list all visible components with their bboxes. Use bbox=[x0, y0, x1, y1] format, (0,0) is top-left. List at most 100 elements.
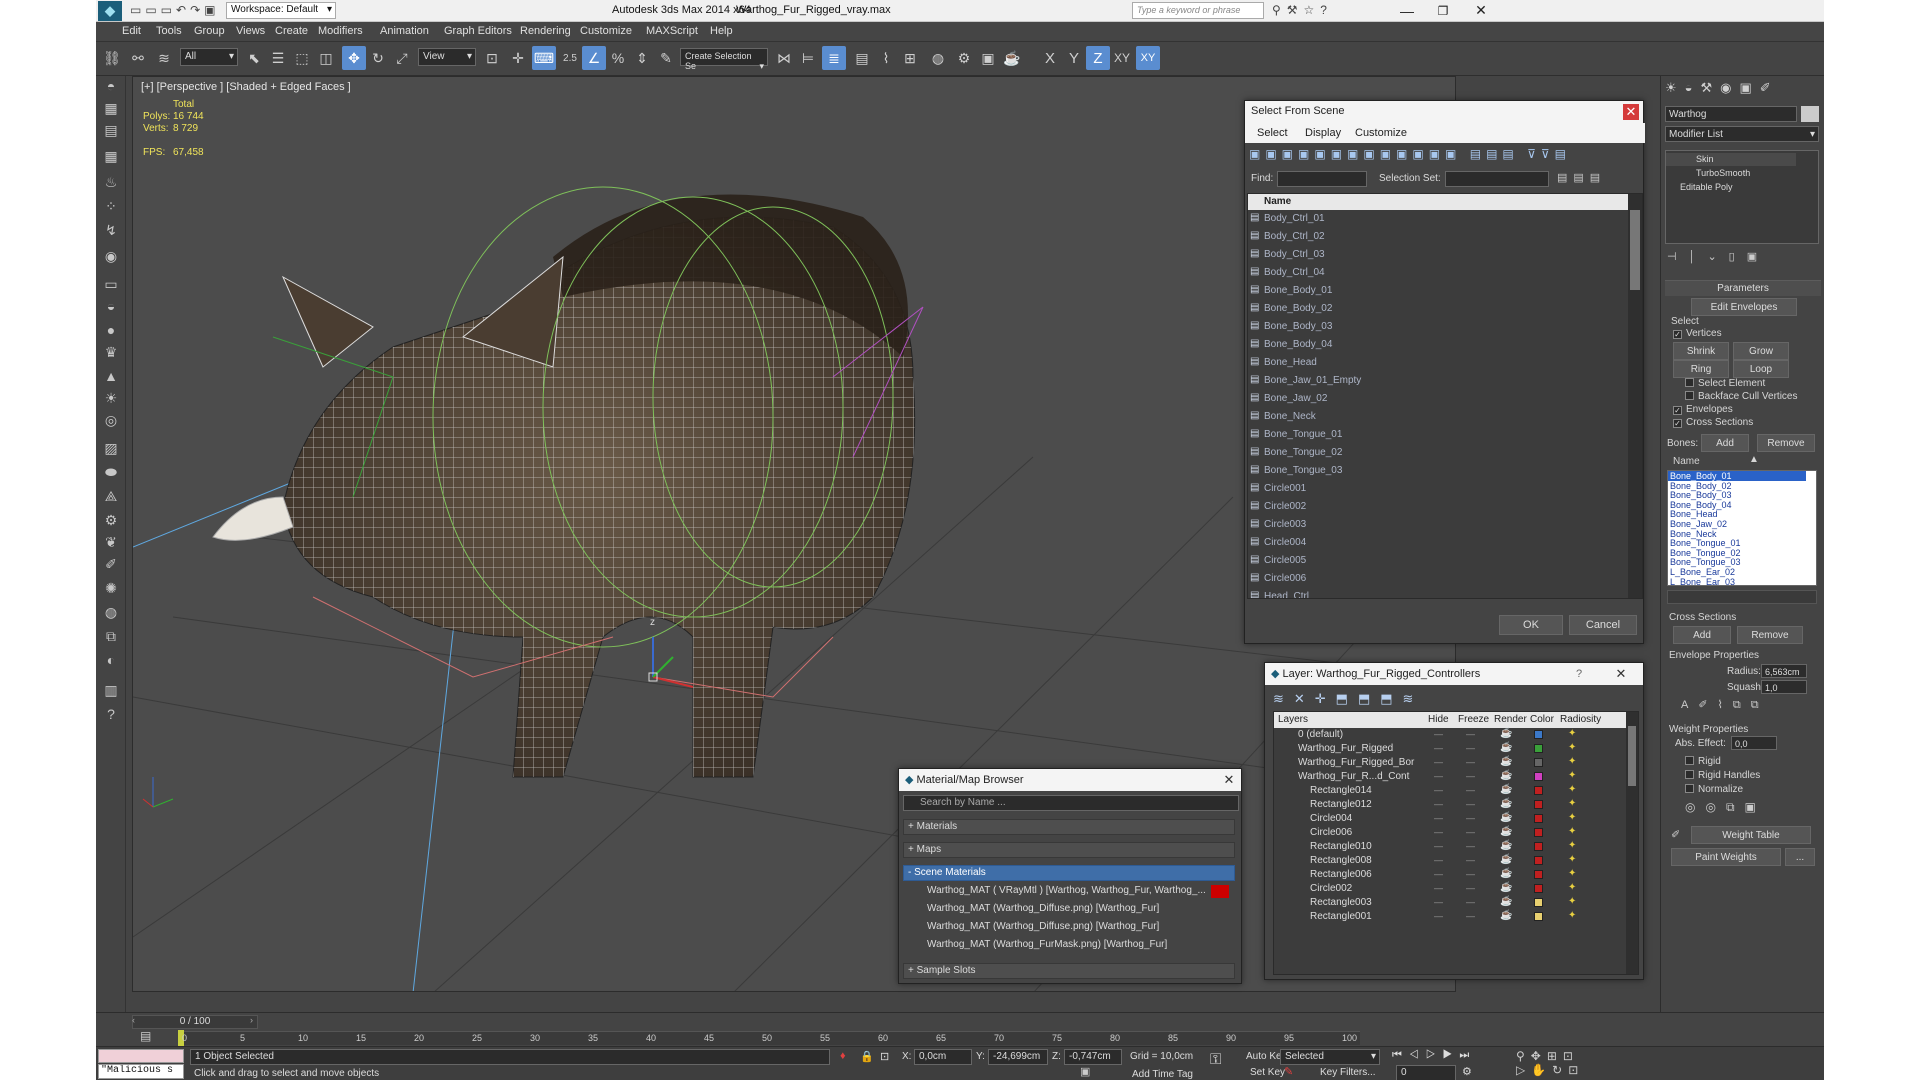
axis-xy-button[interactable]: XY bbox=[1110, 46, 1134, 70]
box-icon[interactable]: ▭ bbox=[101, 274, 121, 294]
bones-hscroll[interactable] bbox=[1667, 590, 1817, 604]
mirror-icon[interactable]: ⋈ bbox=[772, 46, 796, 70]
radiosity-toggle-icon[interactable]: ✦ bbox=[1568, 728, 1576, 739]
sfs-selection-set-dropdown[interactable] bbox=[1445, 171, 1549, 187]
rendered-frame-icon[interactable]: ▣ bbox=[976, 46, 1000, 70]
teapot-icon[interactable]: ◓ bbox=[101, 76, 121, 96]
paint-weights-button[interactable]: Paint Weights bbox=[1671, 848, 1781, 866]
freeze-toggle-icon[interactable]: — bbox=[1466, 799, 1475, 809]
ref-coord-dropdown[interactable]: View ▾ bbox=[418, 48, 476, 66]
scene-object-row[interactable]: ▤ Body_Ctrl_02 bbox=[1248, 228, 1628, 246]
scene-object-row[interactable]: ▤ Bone_Body_01 bbox=[1248, 282, 1628, 300]
brush-icon[interactable]: ✐ bbox=[101, 554, 121, 574]
radiosity-toggle-icon[interactable]: ✦ bbox=[1568, 770, 1576, 781]
mesh-icon[interactable]: ▨ bbox=[101, 438, 121, 458]
pyramid-icon[interactable]: ⟁ bbox=[101, 486, 121, 506]
hide-toggle-icon[interactable]: — bbox=[1434, 743, 1443, 753]
menu-views[interactable]: Views bbox=[236, 25, 265, 37]
sfs-menu-select[interactable]: Select bbox=[1257, 127, 1288, 139]
current-frame-field[interactable]: 0 bbox=[1396, 1065, 1456, 1080]
percent-snap-icon[interactable]: % bbox=[606, 46, 630, 70]
layer-color-swatch[interactable] bbox=[1534, 870, 1543, 879]
cross-sections-checkbox[interactable]: ✓ Cross Sections bbox=[1673, 417, 1753, 428]
grow-button[interactable]: Grow bbox=[1733, 342, 1789, 360]
sfs-scrollbar[interactable] bbox=[1628, 194, 1642, 598]
blob-icon[interactable]: ✺ bbox=[101, 578, 121, 598]
sfs-cancel-button[interactable]: Cancel bbox=[1569, 615, 1637, 635]
freeze-toggle-icon[interactable]: — bbox=[1466, 771, 1475, 781]
stack-item-editable-poly[interactable]: Editable Poly bbox=[1666, 181, 1796, 194]
help-search-input[interactable]: Type a keyword or phrase bbox=[1132, 2, 1264, 19]
layer-color-swatch[interactable] bbox=[1534, 884, 1543, 893]
select-element-checkbox[interactable]: Select Element bbox=[1685, 378, 1765, 389]
layer-color-swatch[interactable] bbox=[1534, 856, 1543, 865]
layer-color-swatch[interactable] bbox=[1534, 912, 1543, 921]
scene-material-row[interactable]: Warthog_MAT (Warthog_FurMask.png) [Warth… bbox=[913, 937, 1231, 954]
col-hide[interactable]: Hide bbox=[1428, 714, 1449, 725]
stack-tools-icons[interactable]: ⊣│⌄▯▣ bbox=[1667, 250, 1817, 266]
layer-row[interactable]: Warthog_Fur_Rigged_Bor — — ☕ ✦ bbox=[1274, 756, 1626, 770]
stack-item-turbosmooth[interactable]: TurboSmooth bbox=[1666, 167, 1796, 180]
sfs-menu-customize[interactable]: Customize bbox=[1355, 127, 1407, 139]
bone-list-item[interactable]: Bone_Tongue_01 bbox=[1668, 538, 1806, 548]
scene-object-row[interactable]: ▤ Bone_Body_04 bbox=[1248, 336, 1628, 354]
layer-color-swatch[interactable] bbox=[1534, 786, 1543, 795]
freeze-toggle-icon[interactable]: — bbox=[1466, 743, 1475, 753]
scene-object-row[interactable]: ▤ Bone_Body_02 bbox=[1248, 300, 1628, 318]
remove-bone-button[interactable]: Remove bbox=[1757, 434, 1815, 452]
set-key-pen-icon[interactable]: ✎ bbox=[1284, 1065, 1300, 1079]
menu-animation[interactable]: Animation bbox=[380, 25, 429, 37]
curve-editor-icon[interactable]: ⌇ bbox=[874, 46, 898, 70]
list-icon[interactable]: ▤ bbox=[101, 120, 121, 140]
layer-row[interactable]: 0 (default) — — ☕ ✦ bbox=[1274, 728, 1626, 742]
menu-create[interactable]: Create bbox=[275, 25, 308, 37]
material-editor-icon[interactable]: ◍ bbox=[926, 46, 950, 70]
sort-up-icon[interactable]: ▲ bbox=[1749, 454, 1759, 465]
scene-object-row[interactable]: ▤ Body_Ctrl_03 bbox=[1248, 246, 1628, 264]
group-materials[interactable]: + Materials bbox=[903, 819, 1235, 835]
layer-color-swatch[interactable] bbox=[1534, 800, 1543, 809]
maxscript-listener[interactable]: "Malicious s bbox=[98, 1064, 184, 1079]
radiosity-toggle-icon[interactable]: ✦ bbox=[1568, 742, 1576, 753]
radiosity-toggle-icon[interactable]: ✦ bbox=[1568, 840, 1576, 851]
sfs-name-column-header[interactable]: Name bbox=[1248, 194, 1628, 210]
scene-object-row[interactable]: ▤ Bone_Tongue_02 bbox=[1248, 444, 1628, 462]
scene-object-row[interactable]: ▤ Circle002 bbox=[1248, 498, 1628, 516]
menu-modifiers[interactable]: Modifiers bbox=[318, 25, 363, 37]
x-coord-field[interactable]: 0,0cm bbox=[914, 1049, 972, 1065]
cone-icon[interactable]: ▲ bbox=[101, 366, 121, 386]
close-button[interactable]: ✕ bbox=[1466, 0, 1496, 21]
bind-space-warp-icon[interactable]: ≋ bbox=[152, 46, 176, 70]
scene-material-row[interactable]: Warthog_MAT (Warthog_Diffuse.png) [Warth… bbox=[913, 901, 1231, 918]
normalize-checkbox[interactable]: Normalize bbox=[1685, 784, 1743, 795]
bone-list-item[interactable]: Bone_Tongue_02 bbox=[1668, 548, 1806, 558]
scene-object-row[interactable]: ▤ Body_Ctrl_01 bbox=[1248, 210, 1628, 228]
ring-button[interactable]: Ring bbox=[1673, 360, 1729, 378]
absolute-mode-icon[interactable]: ⊡ bbox=[880, 1050, 894, 1064]
scene-object-row[interactable]: ▤ Circle004 bbox=[1248, 534, 1628, 552]
scene-material-row[interactable]: Warthog_MAT (Warthog_Diffuse.png) [Warth… bbox=[913, 919, 1231, 936]
modifier-list-dropdown[interactable]: Modifier List ▾ bbox=[1665, 126, 1819, 142]
render-toggle-icon[interactable]: ☕ bbox=[1500, 882, 1512, 893]
key-filters-button[interactable]: Key Filters... bbox=[1320, 1067, 1376, 1078]
paint-options-button[interactable]: ... bbox=[1785, 848, 1815, 866]
render-toggle-icon[interactable]: ☕ bbox=[1500, 826, 1512, 837]
squash-spinner[interactable]: 1,0 bbox=[1761, 680, 1807, 694]
menu-edit[interactable]: Edit bbox=[122, 25, 141, 37]
viewport-nav-controls[interactable]: ⚲✥⊞⊡ ▷✋↻⊡ bbox=[1516, 1049, 1596, 1079]
render-production-icon[interactable]: ☕ bbox=[1000, 46, 1024, 70]
set-key-button[interactable]: Set Key bbox=[1250, 1067, 1285, 1078]
object-name-field[interactable]: Warthog bbox=[1665, 106, 1797, 122]
group-scene-materials[interactable]: - Scene Materials bbox=[903, 865, 1235, 881]
stack-item-skin[interactable]: Skin bbox=[1666, 153, 1796, 166]
axis-z-button[interactable]: Z bbox=[1086, 46, 1110, 70]
minimize-button[interactable]: — bbox=[1392, 0, 1422, 21]
add-bone-button[interactable]: Add bbox=[1701, 434, 1749, 452]
grid-icon[interactable]: ▦ bbox=[101, 146, 121, 166]
layer-toolbar-icons[interactable]: ≋✕✛⬒⬒⬒≋ bbox=[1273, 691, 1473, 709]
scene-object-row[interactable]: ▤ Bone_Tongue_03 bbox=[1248, 462, 1628, 480]
hide-toggle-icon[interactable]: — bbox=[1434, 771, 1443, 781]
radiosity-toggle-icon[interactable]: ✦ bbox=[1568, 798, 1576, 809]
scene-object-row[interactable]: ▤ Circle003 bbox=[1248, 516, 1628, 534]
sfs-object-list[interactable]: Name ▤ Body_Ctrl_01 ▤ Body_Ctrl_02 ▤ Body_Ctr… bbox=[1247, 193, 1643, 599]
